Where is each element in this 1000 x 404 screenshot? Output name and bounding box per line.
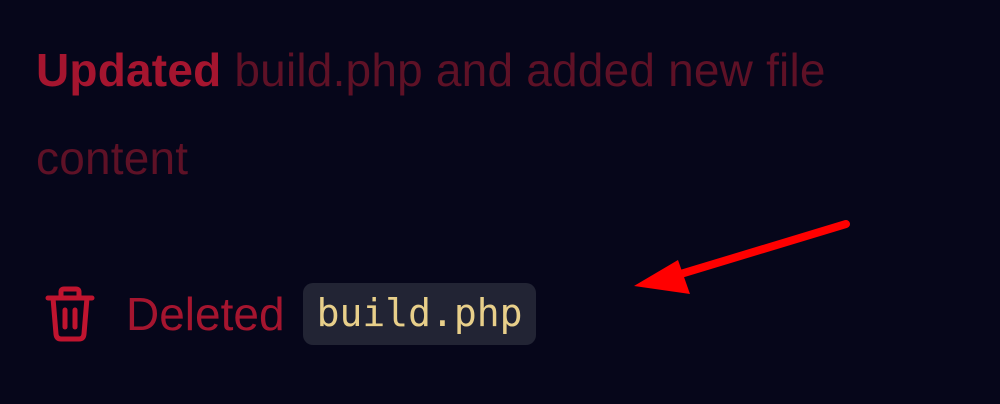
annotation-arrow	[634, 220, 850, 294]
trash-icon	[44, 286, 96, 342]
update-message: Updated build.php and added new file con…	[36, 26, 976, 202]
delete-entry: Deleted build.php	[44, 282, 537, 346]
deleted-label: Deleted	[126, 288, 285, 340]
deleted-file-chip: build.php	[302, 283, 537, 345]
update-verb: Updated	[36, 44, 222, 96]
